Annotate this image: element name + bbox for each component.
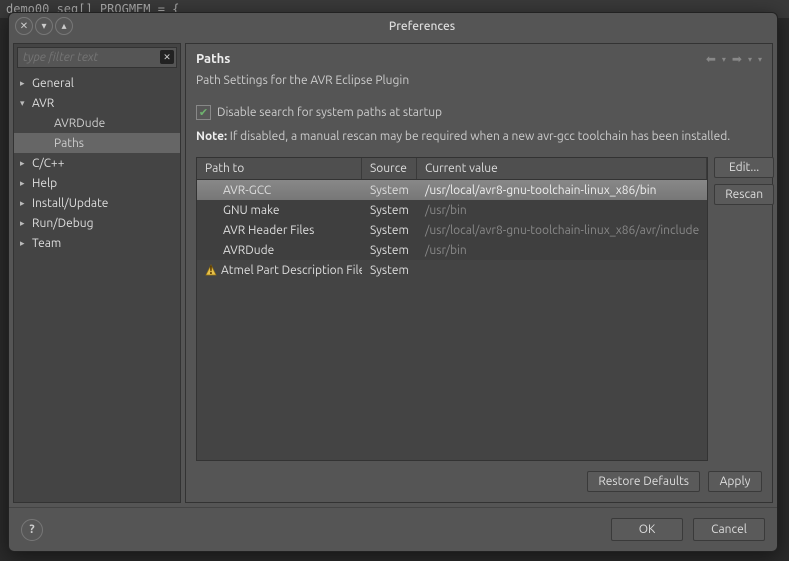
filter-input[interactable] <box>17 47 177 68</box>
dialog-title: Preferences <box>73 20 771 33</box>
close-icon[interactable]: ✕ <box>15 17 33 35</box>
page-subtitle: Path Settings for the AVR Eclipse Plugin <box>186 70 772 101</box>
col-path-to[interactable]: Path to <box>197 158 362 179</box>
disable-search-checkbox[interactable]: ✔ <box>196 105 211 120</box>
forward-menu-icon[interactable]: ▾ <box>748 55 752 64</box>
ok-button[interactable]: OK <box>611 518 683 541</box>
back-menu-icon[interactable]: ▾ <box>722 55 726 64</box>
tree-item-label: Team <box>32 237 61 250</box>
table-row[interactable]: AVR Header Files System /usr/local/avr8-… <box>197 220 707 240</box>
cell-source: System <box>362 244 417 257</box>
tree-item-label: Install/Update <box>32 197 108 210</box>
tree-item-general[interactable]: General <box>14 73 180 93</box>
preferences-tree[interactable]: General AVR AVRDude Paths C/C++ Help Ins… <box>14 71 180 502</box>
cell-value: /usr/local/avr8-gnu-toolchain-linux_x86/… <box>417 184 707 197</box>
back-icon[interactable]: ⬅ <box>706 52 716 66</box>
page-title: Paths <box>196 52 230 66</box>
cell-name: AVR Header Files <box>223 224 314 237</box>
note-text: Note: If disabled, a manual rescan may b… <box>186 124 772 157</box>
cell-value: /usr/bin <box>417 204 707 217</box>
titlebar: ✕ ▾ ▴ Preferences <box>9 13 777 39</box>
tree-item-run-debug[interactable]: Run/Debug <box>14 213 180 233</box>
cell-source: System <box>362 224 417 237</box>
tree-item-label: Help <box>32 177 57 190</box>
table-row[interactable]: AVR-GCC System /usr/local/avr8-gnu-toolc… <box>197 180 707 200</box>
cell-name: AVR-GCC <box>223 184 271 197</box>
forward-icon[interactable]: ➡ <box>732 52 742 66</box>
tree-item-label: C/C++ <box>32 157 64 170</box>
warning-icon: ! <box>205 264 217 276</box>
table-row[interactable]: ! Atmel Part Description Files System <box>197 260 707 280</box>
restore-defaults-button[interactable]: Restore Defaults <box>587 471 700 492</box>
tree-item-team[interactable]: Team <box>14 233 180 253</box>
tree-item-label: AVRDude <box>54 117 105 130</box>
clear-filter-icon[interactable]: ✕ <box>160 50 174 64</box>
preferences-dialog: ✕ ▾ ▴ Preferences ✕ General AVR AVRDude … <box>8 12 778 552</box>
tree-item-label: Run/Debug <box>32 217 93 230</box>
tree-item-paths[interactable]: Paths <box>14 133 180 153</box>
cell-source: System <box>362 184 417 197</box>
table-header: Path to Source Current value <box>197 158 707 180</box>
cell-source: System <box>362 264 417 277</box>
table-row[interactable]: AVRDude System /usr/bin <box>197 240 707 260</box>
cell-source: System <box>362 204 417 217</box>
cancel-button[interactable]: Cancel <box>693 518 765 541</box>
edit-button[interactable]: Edit... <box>714 157 774 178</box>
view-menu-icon[interactable]: ▾ <box>758 55 762 64</box>
cell-name: AVRDude <box>223 244 274 257</box>
cell-value: /usr/bin <box>417 244 707 257</box>
disable-search-label: Disable search for system paths at start… <box>217 106 442 119</box>
tree-item-install-update[interactable]: Install/Update <box>14 193 180 213</box>
paths-table: Path to Source Current value AVR-GCC Sys… <box>196 157 708 461</box>
tree-item-ccpp[interactable]: C/C++ <box>14 153 180 173</box>
rescan-button[interactable]: Rescan <box>714 184 774 205</box>
tree-item-label: AVR <box>32 97 54 110</box>
col-current-value[interactable]: Current value <box>417 158 707 179</box>
tree-item-avr[interactable]: AVR <box>14 93 180 113</box>
preferences-tree-panel: ✕ General AVR AVRDude Paths C/C++ Help I… <box>13 43 181 503</box>
cell-name: Atmel Part Description Files <box>221 264 362 277</box>
preferences-page: Paths ⬅ ▾ ➡ ▾ ▾ Path Settings for the AV… <box>185 43 773 503</box>
minimize-icon[interactable]: ▾ <box>35 17 53 35</box>
tree-item-avrdude[interactable]: AVRDude <box>14 113 180 133</box>
cell-name: GNU make <box>223 204 279 217</box>
help-icon[interactable]: ? <box>21 519 43 541</box>
apply-button[interactable]: Apply <box>708 471 762 492</box>
tree-item-label: Paths <box>54 137 84 150</box>
cell-value: /usr/local/avr8-gnu-toolchain-linux_x86/… <box>417 224 707 237</box>
page-nav-toolbar: ⬅ ▾ ➡ ▾ ▾ <box>706 52 762 66</box>
maximize-icon[interactable]: ▴ <box>55 17 73 35</box>
svg-text:!: ! <box>209 264 212 276</box>
tree-item-label: General <box>32 77 74 90</box>
table-row[interactable]: GNU make System /usr/bin <box>197 200 707 220</box>
col-source[interactable]: Source <box>362 158 417 179</box>
tree-item-help[interactable]: Help <box>14 173 180 193</box>
dialog-footer: ? OK Cancel <box>9 507 777 551</box>
